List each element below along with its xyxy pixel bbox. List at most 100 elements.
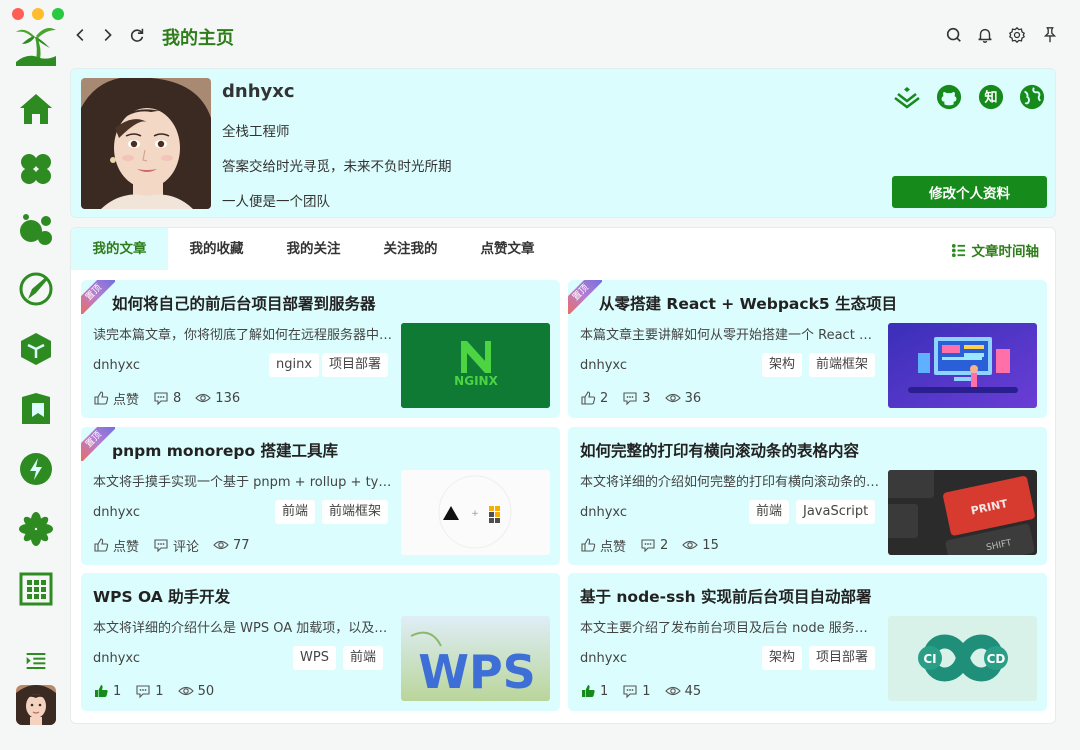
comment-button[interactable]: 8	[153, 390, 181, 406]
article-title[interactable]: pnpm monorepo 搭建工具库	[112, 439, 338, 461]
article-tag[interactable]: JavaScript	[796, 500, 876, 524]
article-tag[interactable]: WPS	[293, 646, 336, 670]
article-cover[interactable]: PRINT SHIFT	[888, 470, 1037, 555]
view-count: 45	[664, 683, 701, 699]
article-tag[interactable]: nginx	[269, 353, 320, 377]
comment-button[interactable]: 3	[622, 390, 651, 406]
article-title[interactable]: WPS OA 助手开发	[93, 585, 230, 607]
comment-icon	[623, 685, 637, 699]
article-title[interactable]: 如何完整的打印有横向滚动条的表格内容	[580, 439, 859, 461]
tab-my-articles[interactable]: 我的文章	[71, 228, 168, 270]
article-cover[interactable]	[888, 323, 1037, 408]
topbar: 我的主页	[70, 16, 1070, 56]
article-tag[interactable]: 项目部署	[809, 646, 876, 670]
like-button[interactable]: 1	[93, 683, 121, 699]
article-desc: 本文将手摸手实现一个基于 pnpm + rollup + typescript …	[93, 475, 393, 490]
article-stats: 1 1 45	[580, 681, 715, 701]
settings-button[interactable]	[1006, 24, 1028, 46]
article-tag[interactable]: 前端	[343, 646, 384, 670]
comment-button[interactable]: 2	[640, 537, 668, 553]
article-card[interactable]: 置顶 如何将自己的前后台项目部署到服务器 读完本篇文章，你将彻底了解如何在远程服…	[81, 280, 560, 418]
tab-my-favorites[interactable]: 我的收藏	[168, 228, 265, 270]
article-card[interactable]: 置顶 pnpm monorepo 搭建工具库 本文将手摸手实现一个基于 pnpm…	[81, 427, 560, 565]
article-tag[interactable]: 架构	[762, 646, 803, 670]
article-cover[interactable]: NGINX	[401, 323, 550, 408]
sidebar-item-write[interactable]	[16, 269, 56, 309]
tab-my-followers[interactable]: 关注我的	[362, 228, 459, 270]
notifications-button[interactable]	[974, 24, 996, 46]
chevron-left-icon	[76, 29, 84, 41]
article-author[interactable]: dnhyxc	[93, 505, 140, 520]
app-window: 我的主页 dnhyxc 全栈工程师 答案交给时光寻觅，未来不负时光所期 一人便是…	[0, 0, 1080, 750]
article-cover[interactable]: +	[401, 470, 550, 555]
edit-profile-button[interactable]: 修改个人资料	[892, 176, 1047, 208]
sidebar-item-bubbles[interactable]	[16, 209, 56, 249]
flower-icon	[19, 512, 53, 546]
github-link[interactable]	[935, 83, 963, 111]
sidebar-item-cube[interactable]	[16, 329, 56, 369]
article-title[interactable]: 如何将自己的前后台项目部署到服务器	[112, 292, 376, 314]
article-tag[interactable]: 前端	[749, 500, 790, 524]
like-button[interactable]: 2	[580, 390, 608, 406]
website-link[interactable]	[1018, 83, 1046, 111]
pen-nib-icon	[19, 272, 53, 306]
article-cover[interactable]: CI CD	[888, 616, 1037, 701]
article-cover[interactable]: WPS	[401, 616, 550, 701]
tab-liked-articles[interactable]: 点赞文章	[459, 228, 556, 270]
sidebar-item-clover[interactable]	[16, 149, 56, 189]
like-button[interactable]: 点赞	[580, 536, 626, 555]
article-card[interactable]: 如何完整的打印有横向滚动条的表格内容 本文将详细的介绍如何完整的打印有横向滚动条…	[568, 427, 1047, 565]
sidebar-item-lightning[interactable]	[16, 449, 56, 489]
sidebar-item-bookmark[interactable]	[16, 389, 56, 429]
sidebar-item-flower[interactable]	[16, 509, 56, 549]
article-desc: 本篇文章主要讲解如何从零开始搭建一个 React + Webpack5 项目	[580, 328, 880, 343]
comment-button[interactable]: 评论	[153, 536, 199, 555]
eye-icon	[664, 393, 681, 403]
refresh-button[interactable]	[126, 24, 148, 46]
tab-my-following[interactable]: 我的关注	[265, 228, 362, 270]
back-button[interactable]	[70, 24, 92, 46]
sidebar-item-home[interactable]	[16, 89, 56, 129]
sidebar	[0, 0, 70, 750]
article-tag[interactable]: 架构	[762, 353, 803, 377]
article-card[interactable]: 置顶 从零搭建 React + Webpack5 生态项目 本篇文章主要讲解如何…	[568, 280, 1047, 418]
article-timeline-link[interactable]: 文章时间轴	[951, 240, 1039, 260]
view-count: 50	[177, 683, 214, 699]
article-card[interactable]: 基于 node-ssh 实现前后台项目自动部署 本文主要介绍了发布前台项目及后台…	[568, 573, 1047, 711]
forward-button[interactable]	[96, 24, 118, 46]
article-tag[interactable]: 前端	[275, 500, 316, 524]
article-author[interactable]: dnhyxc	[93, 358, 140, 373]
article-author[interactable]: dnhyxc	[93, 651, 140, 666]
search-button[interactable]	[943, 24, 965, 46]
juejin-link[interactable]	[893, 83, 921, 111]
article-card[interactable]: WPS OA 助手开发 本文将详细的介绍什么是 WPS OA 加载项，以及如何开…	[81, 573, 560, 711]
sidebar-collapse-button[interactable]	[16, 641, 56, 681]
article-desc: 本文将详细的介绍如何完整的打印有横向滚动条的表格内容	[580, 475, 880, 490]
article-author[interactable]: dnhyxc	[580, 651, 627, 666]
content-panel: 我的文章 我的收藏 我的关注 关注我的 点赞文章 文章时间轴 置顶 如何将自己的…	[70, 227, 1056, 724]
user-avatar[interactable]	[16, 685, 56, 725]
article-author[interactable]: dnhyxc	[580, 505, 627, 520]
svg-text:CI: CI	[923, 652, 936, 666]
comment-button[interactable]: 1	[135, 683, 164, 699]
comment-icon	[623, 392, 637, 406]
profile-slogan: 一人便是一个团队	[222, 194, 330, 210]
svg-text:知: 知	[984, 90, 997, 106]
article-tag[interactable]: 项目部署	[322, 353, 389, 377]
zhihu-link[interactable]: 知	[977, 83, 1005, 111]
view-count: 36	[664, 390, 701, 406]
article-tag[interactable]: 前端框架	[322, 500, 389, 524]
article-author[interactable]: dnhyxc	[580, 358, 627, 373]
sidebar-item-grid[interactable]	[16, 569, 56, 609]
like-button[interactable]: 1	[580, 683, 608, 699]
article-tag[interactable]: 前端框架	[809, 353, 876, 377]
comment-button[interactable]: 1	[622, 683, 651, 699]
article-title[interactable]: 基于 node-ssh 实现前后台项目自动部署	[580, 585, 872, 607]
profile-username: dnhyxc	[222, 81, 295, 102]
article-stats: 点赞 2 15	[580, 535, 733, 555]
svg-text:CD: CD	[987, 652, 1006, 666]
like-button[interactable]: 点赞	[93, 536, 139, 555]
like-button[interactable]: 点赞	[93, 389, 139, 408]
article-title[interactable]: 从零搭建 React + Webpack5 生态项目	[599, 292, 897, 314]
pin-window-button[interactable]	[1039, 24, 1061, 46]
